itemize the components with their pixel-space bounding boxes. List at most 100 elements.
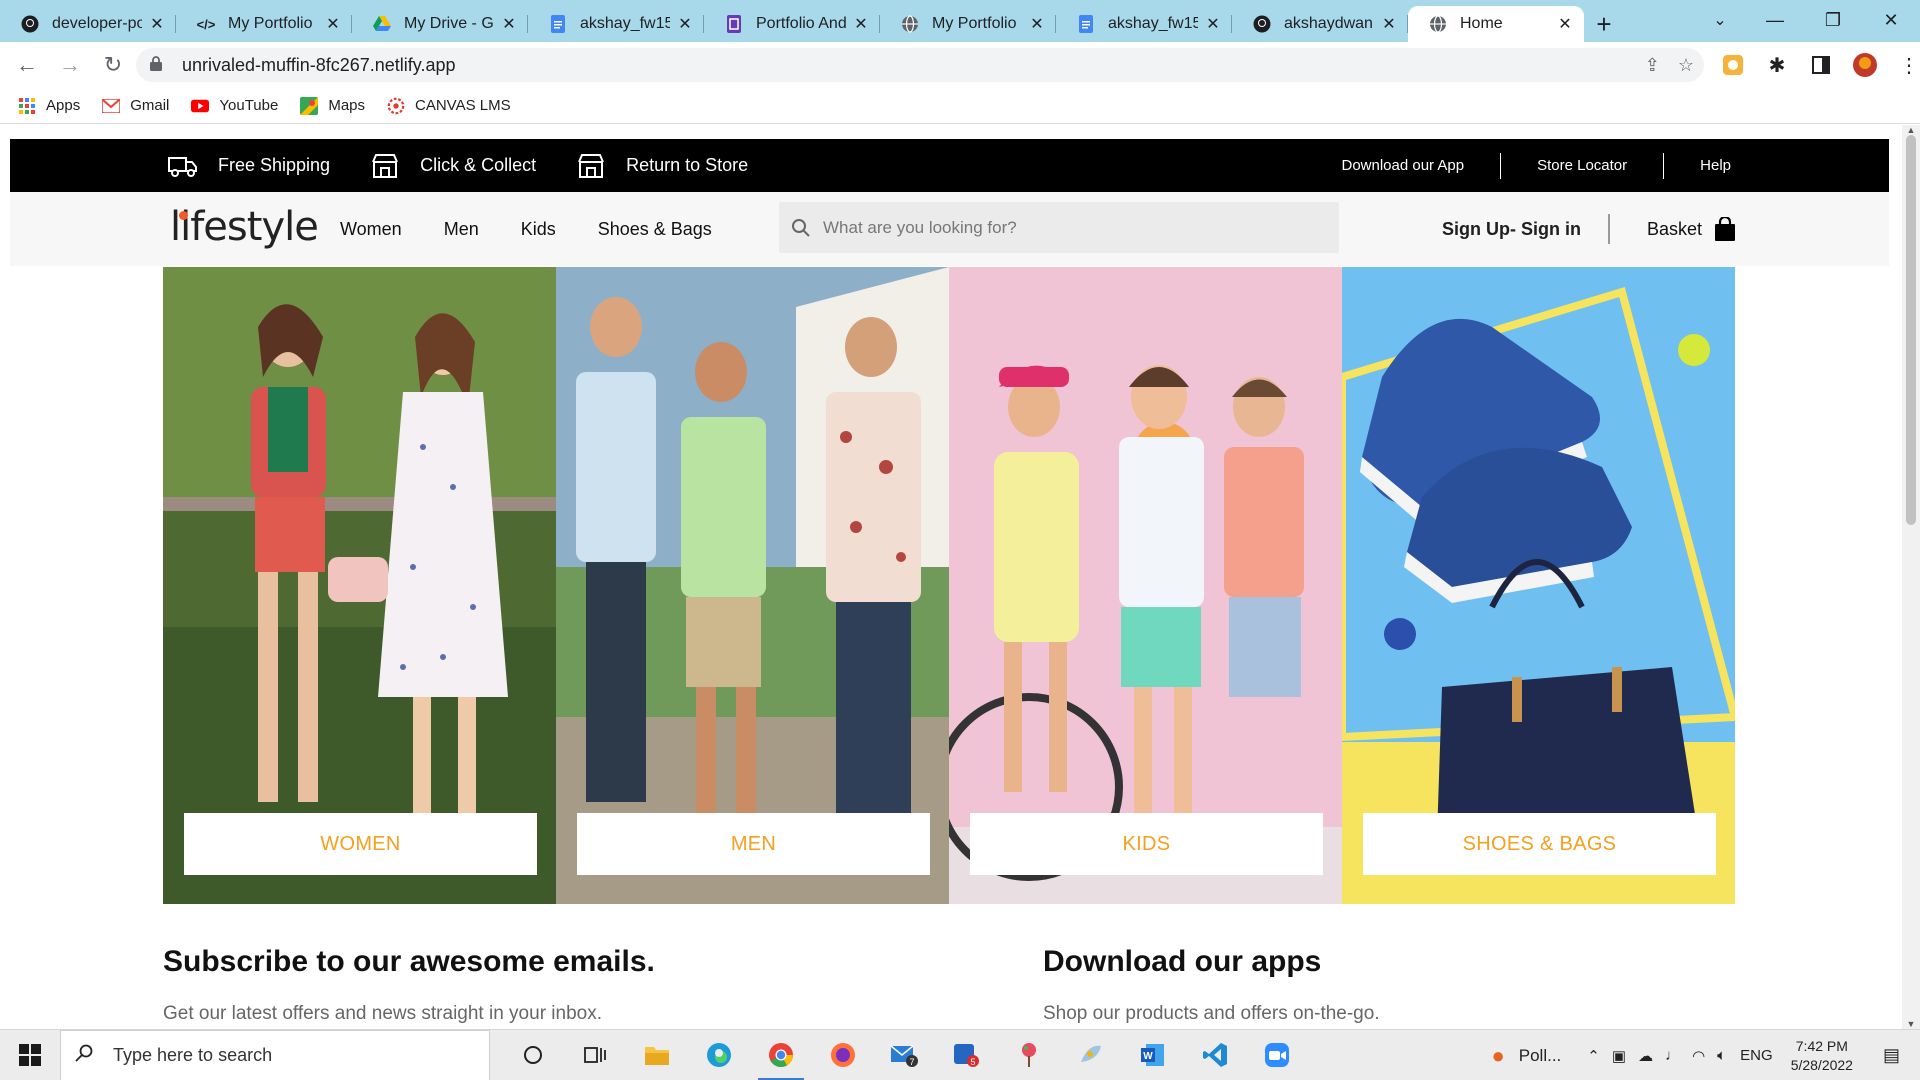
scrollbar-thumb[interactable]	[1906, 135, 1916, 525]
category-tile-women[interactable]: WOMEN	[163, 267, 556, 904]
weather-app-icon[interactable]: ●	[1491, 1043, 1504, 1069]
cloud-icon[interactable]: ☁	[1638, 1047, 1653, 1065]
browser-tab[interactable]: akshay_fw15_ ✕	[528, 6, 704, 42]
bookmark-star-icon[interactable]: ☆	[1678, 55, 1694, 76]
shopping-bag-icon	[1714, 215, 1736, 241]
search-input[interactable]	[823, 217, 1323, 238]
volume-icon[interactable]: 🔈︎	[1717, 1047, 1726, 1064]
web-page: Free Shipping Click & Collect Return to …	[0, 125, 1920, 1029]
bookmark-gmail[interactable]: Gmail	[102, 97, 169, 115]
menu-dots-icon[interactable]: ⋮	[1896, 52, 1920, 78]
restore-icon[interactable]: ❐	[1804, 0, 1862, 40]
back-icon[interactable]: ←	[10, 48, 44, 82]
device-icon[interactable]: ▣	[1612, 1047, 1626, 1065]
paint-icon[interactable]	[998, 1030, 1060, 1080]
close-icon[interactable]: ✕	[1380, 14, 1398, 34]
browser-tab[interactable]: akshaydwanka ✕	[1232, 6, 1408, 42]
scroll-up-arrow-icon[interactable]: ▲	[1902, 125, 1920, 135]
minimize-icon[interactable]: —	[1746, 0, 1804, 40]
close-window-icon[interactable]: ✕	[1862, 0, 1920, 40]
task-view-icon[interactable]	[564, 1030, 626, 1080]
site-logo[interactable]: lifestyle	[170, 204, 319, 250]
signin-link[interactable]: Sign Up- Sign in	[1442, 192, 1581, 266]
browser-tab[interactable]: </> My Portfolio ✕	[176, 6, 352, 42]
nav-item-kids[interactable]: Kids	[521, 219, 556, 240]
paint3d-icon[interactable]	[1060, 1030, 1122, 1080]
close-icon[interactable]: ✕	[676, 14, 694, 34]
close-icon[interactable]: ✕	[148, 14, 166, 34]
chevron-up-icon[interactable]: ⌃	[1587, 1047, 1600, 1065]
download-app-link[interactable]: Download our App	[1305, 153, 1500, 179]
browser-tab[interactable]: developer-por ✕	[0, 6, 176, 42]
browser-tab-strip: developer-por ✕ </> My Portfolio ✕ My Dr…	[0, 0, 1920, 42]
nav-item-women[interactable]: Women	[340, 219, 402, 240]
close-icon[interactable]: ✕	[852, 14, 870, 34]
cortana-icon[interactable]	[502, 1030, 564, 1080]
mail-icon[interactable]: 7	[874, 1030, 936, 1080]
tile-label[interactable]: SHOES & BAGS	[1363, 813, 1716, 875]
windows-start-icon[interactable]	[0, 1030, 60, 1080]
taskbar-search[interactable]: Type here to search	[60, 1029, 490, 1080]
language-indicator[interactable]: ENG	[1740, 1047, 1773, 1064]
kids-banner-image	[949, 267, 1342, 904]
word-icon[interactable]: W	[1122, 1030, 1184, 1080]
puzzle-extensions-icon[interactable]: ✱	[1764, 52, 1790, 78]
bookmark-maps[interactable]: Maps	[300, 96, 366, 115]
close-icon[interactable]: ✕	[1028, 14, 1046, 34]
extension-icon[interactable]	[1720, 52, 1746, 78]
category-tile-shoes-bags[interactable]: SHOES & BAGS	[1342, 267, 1735, 904]
chrome-icon[interactable]	[750, 1030, 812, 1080]
file-explorer-icon[interactable]	[626, 1030, 688, 1080]
page-scrollbar[interactable]: ▲ ▼	[1902, 125, 1920, 1029]
category-tile-men[interactable]: MEN	[556, 267, 949, 904]
nav-item-men[interactable]: Men	[444, 219, 479, 240]
close-icon[interactable]: ✕	[1204, 14, 1222, 34]
tile-label[interactable]: KIDS	[970, 813, 1323, 875]
wifi-icon[interactable]: ◠	[1692, 1047, 1705, 1065]
forward-icon[interactable]: →	[53, 48, 87, 82]
tile-label[interactable]: MEN	[577, 813, 930, 875]
profile-avatar[interactable]	[1852, 52, 1878, 78]
address-text[interactable]: unrivaled-muffin-8fc267.netlify.app	[182, 55, 456, 76]
help-link[interactable]: Help	[1663, 152, 1889, 179]
firefox-icon[interactable]	[812, 1030, 874, 1080]
browser-tab[interactable]: My Portfolio ✕	[880, 6, 1056, 42]
edge-icon[interactable]	[688, 1030, 750, 1080]
close-icon[interactable]: ✕	[500, 14, 518, 34]
notifications-icon[interactable]: ▤	[1883, 1045, 1900, 1066]
scroll-down-arrow-icon[interactable]: ▼	[1902, 1019, 1920, 1029]
tab-search-chevron-icon[interactable]: ⌄	[1700, 6, 1740, 34]
bookmark-canvas[interactable]: CANVAS LMS	[387, 97, 511, 115]
zoom-icon[interactable]	[1246, 1030, 1308, 1080]
store-icon	[370, 153, 400, 179]
lock-icon[interactable]	[150, 56, 164, 74]
close-icon[interactable]: ✕	[1556, 14, 1574, 34]
nav-item-shoes-bags[interactable]: Shoes & Bags	[598, 219, 712, 240]
clock[interactable]: 7:42 PM 5/28/2022	[1791, 1037, 1853, 1075]
app-icon[interactable]: 5	[936, 1030, 998, 1080]
address-bar[interactable]: unrivaled-muffin-8fc267.netlify.app ⇪ ☆	[136, 48, 1704, 82]
tray-app-label[interactable]: Poll...	[1519, 1046, 1562, 1066]
bookmark-label: Apps	[46, 97, 81, 114]
new-tab-button[interactable]: +	[1584, 6, 1624, 42]
browser-tab[interactable]: Portfolio And ✕	[704, 6, 880, 42]
vscode-icon[interactable]	[1184, 1030, 1246, 1080]
share-icon[interactable]: ⇪	[1645, 55, 1660, 76]
reload-icon[interactable]: ↻	[96, 48, 130, 82]
site-search[interactable]	[779, 202, 1339, 253]
bookmark-label: Maps	[328, 97, 366, 114]
close-icon[interactable]: ✕	[324, 14, 342, 34]
bookmark-apps[interactable]: Apps	[18, 97, 80, 115]
women-banner-image	[163, 267, 556, 904]
tile-label[interactable]: WOMEN	[184, 813, 537, 875]
category-tile-kids[interactable]: KIDS	[949, 267, 1342, 904]
store-locator-link[interactable]: Store Locator	[1500, 152, 1663, 179]
side-panel-icon[interactable]	[1808, 52, 1834, 78]
logo-text: lifestyle	[170, 204, 319, 250]
microphone-icon[interactable]: ♩	[1665, 1047, 1680, 1064]
browser-tab[interactable]: akshay_fw15_ ✕	[1056, 6, 1232, 42]
browser-tab[interactable]: My Drive - Go ✕	[352, 6, 528, 42]
browser-tab-active[interactable]: Home ✕	[1408, 6, 1584, 42]
bookmark-youtube[interactable]: YouTube	[191, 97, 278, 115]
basket-link[interactable]: Basket	[1647, 192, 1736, 266]
